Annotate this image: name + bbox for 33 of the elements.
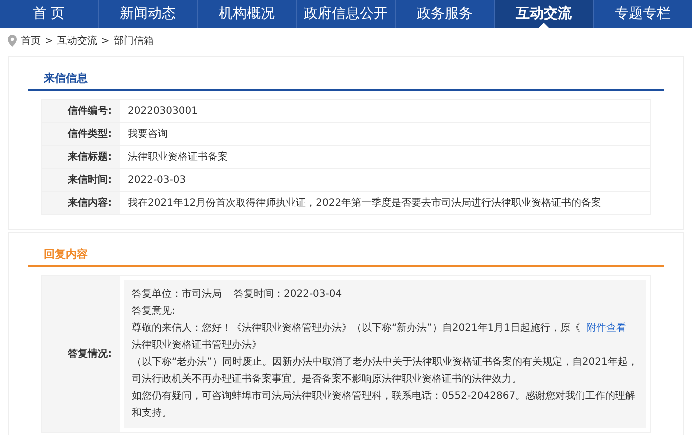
breadcrumb-separator: > [101, 36, 110, 46]
field-value: 法律职业资格证书备案 [120, 146, 650, 168]
reply-text: 尊敬的来信人：您好！《法律职业资格管理办法》（以下称“新办法”）自2021年1月1日起施行，原《 附件查看 [132, 322, 628, 336]
reply-text: （以下称“老办法”）同时废止。因新办法中取消了老办法中关于法律职业资格证书备案的有关规定，自2021年起，司法行政机关不再办理证书备案事宜。是否备案不影响原法律职业资格证书的法律效力。 [132, 356, 638, 387]
reply-unit: 答复单位：市司法局 [132, 289, 222, 300]
reply-opinion-label: 答复意见: [132, 304, 176, 319]
breadcrumb-separator: > [45, 36, 54, 46]
attachment-link[interactable]: 附件查看 [586, 323, 627, 334]
section-title: 来信信息 [43, 71, 89, 83]
field-label: 信件编号: [42, 100, 120, 122]
breadcrumb-link[interactable]: 首页 [21, 34, 41, 48]
field-value: 我要咨询 [120, 122, 650, 146]
nav-tab[interactable]: 首 页 [0, 0, 98, 28]
field-value: 20220303001 [120, 100, 650, 122]
nav-tab[interactable]: 政府信息公开 [296, 0, 395, 28]
field-label: 来信内容: [42, 192, 120, 214]
field-label: 答复情况: [42, 276, 120, 432]
nav-tab[interactable]: 互动交流 [494, 0, 593, 28]
reply-text: 法律职业资格证书管理办法》 [132, 338, 263, 353]
nav-tab[interactable]: 新闻动态 [98, 0, 197, 28]
nav-tab[interactable]: 机构概况 [197, 0, 296, 28]
reply-text: 如您仍有疑问，可咨询蚌埠市司法局法律职业资格管理科，联系电话：0552-2042867。感谢您对我们工作的理解和支持。 [132, 390, 637, 421]
location-pin-icon [8, 35, 17, 47]
reply-time: 答复时间：2022-03-04 [234, 289, 342, 300]
field-label: 来信时间: [42, 168, 120, 192]
field-value: 我在2021年12月份首次取得律师执业证，2022年第一季度是否要去市司法局进行法律职业资格证书的备案 [120, 192, 650, 214]
breadcrumb-link[interactable]: 部门信箱 [114, 34, 154, 48]
field-value: 2022-03-03 [120, 168, 650, 192]
field-label: 来信标题: [42, 146, 120, 168]
field-label: 信件类型: [42, 122, 120, 146]
breadcrumb-link[interactable]: 互动交流 [57, 34, 98, 48]
section-title: 回复内容 [43, 247, 89, 259]
nav-tab[interactable]: 专题专栏 [593, 0, 692, 28]
